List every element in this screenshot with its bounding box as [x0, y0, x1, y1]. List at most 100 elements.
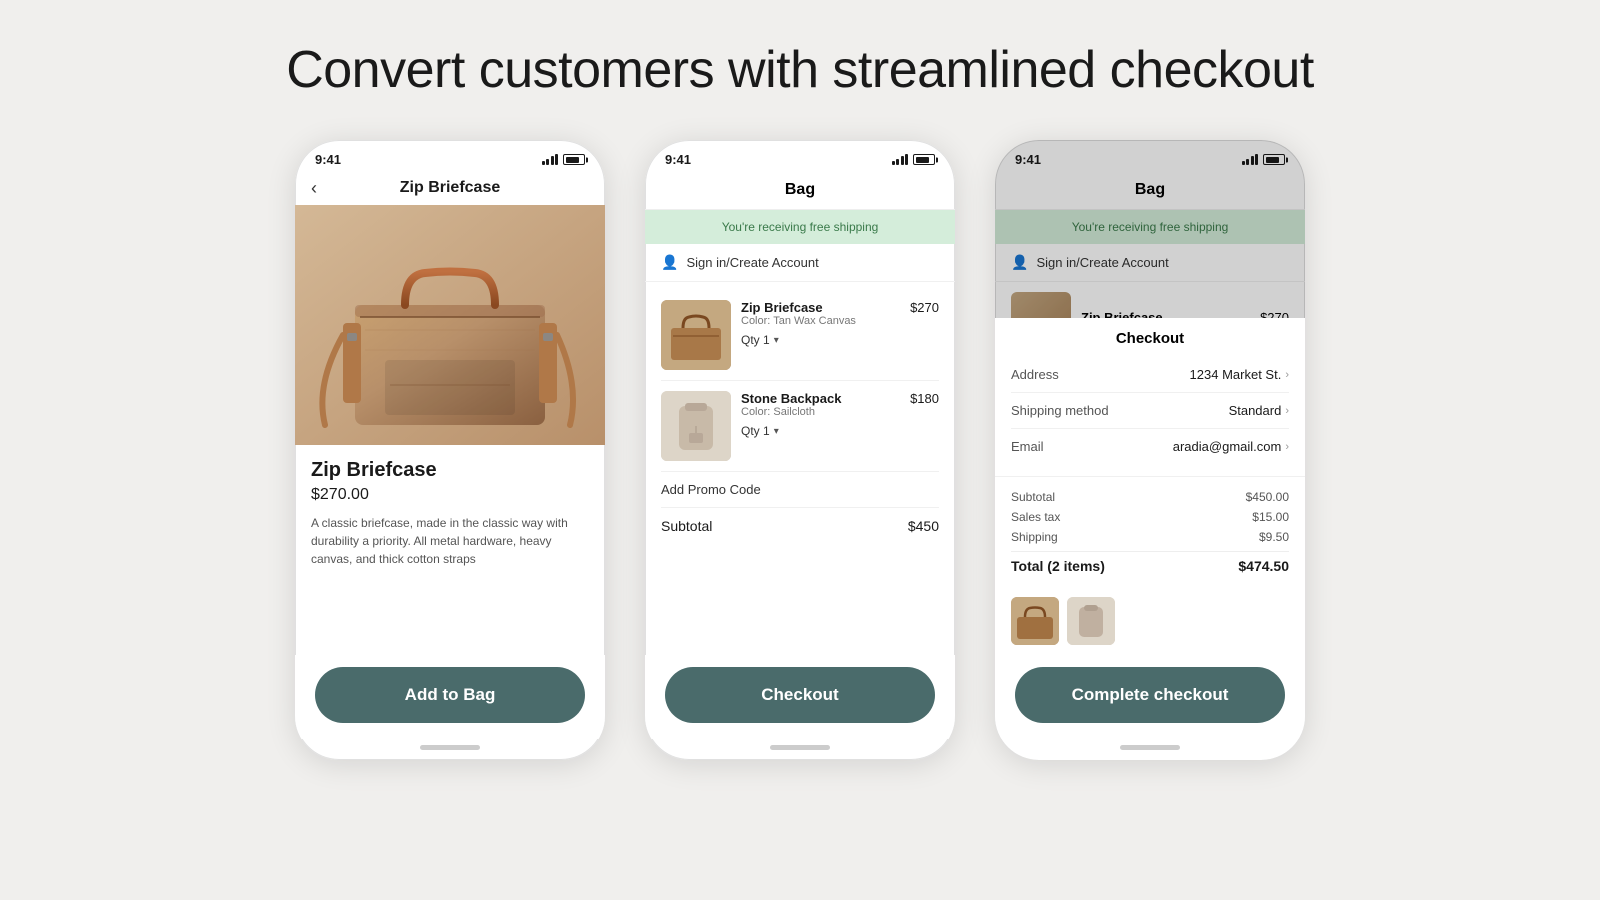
checkout-section: Checkout Address 1234 Market St. › Shipp…	[995, 318, 1305, 477]
cart-item-price-briefcase: $270	[910, 300, 939, 315]
signal-icon-3	[1242, 154, 1259, 165]
cart-item-img-briefcase	[661, 300, 731, 370]
cart-item-backpack: Stone Backpack Color: Sailcloth Qty 1 ▾ …	[661, 381, 939, 472]
signal-icon-2	[892, 154, 909, 165]
phone1-content: ‹ Zip Briefcase	[295, 173, 605, 655]
sign-in-row[interactable]: 👤 Sign in/Create Account	[645, 244, 955, 282]
checkout-email-row[interactable]: Email aradia@gmail.com ›	[1011, 429, 1289, 464]
subtotal-value: $450	[908, 518, 939, 534]
cart-briefcase-svg	[661, 300, 731, 370]
subtotal-row: Subtotal $450	[661, 508, 939, 544]
subtotal-label: Subtotal	[661, 518, 712, 534]
status-icons-2	[892, 154, 936, 165]
address-value-container: 1234 Market St. ›	[1190, 367, 1289, 382]
product-nav: ‹ Zip Briefcase	[295, 173, 605, 205]
promo-row[interactable]: Add Promo Code	[661, 472, 939, 508]
cart-items: Zip Briefcase Color: Tan Wax Canvas Qty …	[645, 282, 955, 655]
subtotal-total-row: Subtotal $450.00	[1011, 487, 1289, 507]
product-name: Zip Briefcase	[311, 459, 589, 482]
sign-in-text: Sign in/Create Account	[686, 255, 818, 270]
order-thumbnails	[995, 587, 1305, 655]
checkout-shipping-row[interactable]: Shipping method Standard ›	[1011, 393, 1289, 429]
phone3-cta-area: Complete checkout	[995, 655, 1305, 739]
grand-total-value: $474.50	[1238, 558, 1289, 574]
shipping-value: Standard	[1229, 403, 1282, 418]
subtotal-total-value: $450.00	[1246, 490, 1289, 504]
address-value: 1234 Market St.	[1190, 367, 1282, 382]
cart-item-img-backpack	[661, 391, 731, 461]
bag-header-3: Bag	[995, 173, 1305, 210]
address-label: Address	[1011, 367, 1059, 382]
signal-icon-1	[542, 154, 559, 165]
free-shipping-banner-3: You're receiving free shipping	[995, 210, 1305, 244]
add-to-bag-button[interactable]: Add to Bag	[315, 667, 585, 723]
cart-item-price-backpack: $180	[910, 391, 939, 406]
shipping-label: Shipping method	[1011, 403, 1109, 418]
qty-dropdown-arrow-1: ▾	[774, 335, 779, 346]
status-time-2: 9:41	[665, 152, 691, 167]
thumb-backpack-svg	[1067, 597, 1115, 645]
user-icon: 👤	[661, 254, 678, 271]
shipping-cost-row: Shipping $9.50	[1011, 527, 1289, 547]
order-thumb-briefcase	[1011, 597, 1059, 645]
battery-icon-3	[1263, 154, 1285, 165]
complete-checkout-button[interactable]: Complete checkout	[1015, 667, 1285, 723]
checkout-modal-title: Checkout	[1011, 330, 1289, 347]
bag-header: Bag	[645, 173, 955, 210]
phone-product-detail: 9:41 ‹ Zip Briefcase	[295, 140, 605, 760]
address-chevron: ›	[1285, 369, 1289, 381]
tax-label: Sales tax	[1011, 510, 1060, 524]
cart-item-briefcase: Zip Briefcase Color: Tan Wax Canvas Qty …	[661, 290, 939, 381]
status-bar-2: 9:41	[645, 140, 955, 173]
battery-icon-2	[913, 154, 935, 165]
grand-total-row: Total (2 items) $474.50	[1011, 551, 1289, 577]
email-chevron: ›	[1285, 441, 1289, 453]
back-button[interactable]: ‹	[311, 178, 317, 199]
phone2-cta-area: Checkout	[645, 655, 955, 739]
shipping-value-container: Standard ›	[1229, 403, 1289, 418]
bag-title: Bag	[785, 181, 815, 198]
checkout-modal: Checkout Address 1234 Market St. › Shipp…	[995, 318, 1305, 760]
bag-svg	[295, 205, 605, 445]
product-image	[295, 205, 605, 445]
home-indicator-1	[420, 745, 480, 750]
product-nav-title: Zip Briefcase	[400, 179, 500, 197]
free-shipping-text-3: You're receiving free shipping	[1072, 220, 1229, 234]
order-thumb-backpack	[1067, 597, 1115, 645]
phone-bag: 9:41 Bag You're receiving free shipping …	[645, 140, 955, 760]
product-price: $270.00	[311, 486, 589, 504]
cart-item-qty-backpack[interactable]: Qty 1 ▾	[741, 424, 900, 438]
cart-item-name-backpack: Stone Backpack	[741, 391, 900, 406]
phones-container: 9:41 ‹ Zip Briefcase	[60, 140, 1540, 760]
checkout-address-row[interactable]: Address 1234 Market St. ›	[1011, 357, 1289, 393]
email-label: Email	[1011, 439, 1044, 454]
product-description: A classic briefcase, made in the classic…	[311, 514, 589, 568]
email-value-container: aradia@gmail.com ›	[1173, 439, 1289, 454]
status-time-3: 9:41	[1015, 152, 1041, 167]
home-indicator-3	[1120, 745, 1180, 750]
battery-icon-1	[563, 154, 585, 165]
status-bar-3: 9:41	[995, 140, 1305, 173]
cart-backpack-svg	[661, 391, 731, 461]
tax-value: $15.00	[1252, 510, 1289, 524]
checkout-button[interactable]: Checkout	[665, 667, 935, 723]
phone1-cta-area: Add to Bag	[295, 655, 605, 739]
totals-section: Subtotal $450.00 Sales tax $15.00 Shippi…	[995, 477, 1305, 587]
cart-item-qty-briefcase[interactable]: Qty 1 ▾	[741, 333, 900, 347]
shipping-chevron: ›	[1285, 405, 1289, 417]
status-icons-1	[542, 154, 586, 165]
status-bar-1: 9:41	[295, 140, 605, 173]
free-shipping-text: You're receiving free shipping	[722, 220, 879, 234]
grand-total-label: Total (2 items)	[1011, 558, 1105, 574]
status-time-1: 9:41	[315, 152, 341, 167]
qty-dropdown-arrow-2: ▾	[774, 426, 779, 437]
user-icon-3: 👤	[1011, 254, 1028, 271]
shipping-cost-label: Shipping	[1011, 530, 1058, 544]
subtotal-total-label: Subtotal	[1011, 490, 1055, 504]
cart-item-name-briefcase: Zip Briefcase	[741, 300, 900, 315]
phone-checkout: 9:41 Bag You're receiving free shipping …	[995, 140, 1305, 760]
page-title: Convert customers with streamlined check…	[286, 40, 1314, 100]
tax-row: Sales tax $15.00	[1011, 507, 1289, 527]
cart-item-color-backpack: Color: Sailcloth	[741, 406, 900, 418]
cart-item-color-briefcase: Color: Tan Wax Canvas	[741, 315, 900, 327]
